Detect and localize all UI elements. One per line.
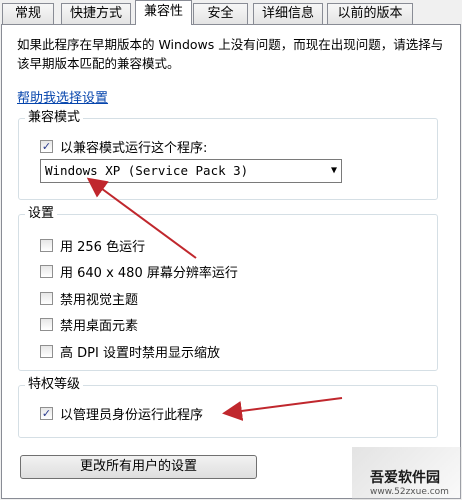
setting-640x480-label: 用 640 x 480 屏幕分辨率运行 <box>60 266 238 281</box>
os-version-value: Windows XP (Service Pack 3) <box>45 163 249 178</box>
compat-mode-checkbox-row[interactable]: ✓ 以兼容模式运行这个程序: <box>40 137 207 156</box>
setting-desktop-composition-row[interactable]: 禁用桌面元素 <box>40 315 138 334</box>
tab-previous-versions[interactable]: 以前的版本 <box>327 3 413 24</box>
os-version-select[interactable]: Windows XP (Service Pack 3) ▼ <box>40 159 342 183</box>
watermark: 吾爱软件园 www.52zxue.com <box>352 447 462 500</box>
setting-640x480-row[interactable]: 用 640 x 480 屏幕分辨率运行 <box>40 262 238 281</box>
watermark-text: 吾爱软件园 <box>370 470 440 486</box>
tab-shortcut[interactable]: 快捷方式 <box>61 3 131 24</box>
setting-visual-themes-checkbox[interactable] <box>40 292 53 305</box>
setting-high-dpi-label: 高 DPI 设置时禁用显示缩放 <box>60 346 220 361</box>
setting-256-colors-checkbox[interactable] <box>40 239 53 252</box>
privilege-title: 特权等级 <box>25 376 84 394</box>
setting-high-dpi-checkbox[interactable] <box>40 345 53 358</box>
run-as-admin-label: 以管理员身份运行此程序 <box>60 408 204 423</box>
setting-visual-themes-row[interactable]: 禁用视觉主题 <box>40 289 138 308</box>
change-all-users-button[interactable]: 更改所有用户的设置 <box>20 455 257 479</box>
compat-mode-checkbox[interactable]: ✓ <box>40 140 53 153</box>
help-me-choose-link[interactable]: 帮助我选择设置 <box>17 87 108 106</box>
intro-text: 如果此程序在早期版本的 Windows 上没有问题，而现在出现问题，请选择与该早… <box>17 37 444 71</box>
setting-high-dpi-row[interactable]: 高 DPI 设置时禁用显示缩放 <box>40 342 220 361</box>
setting-visual-themes-label: 禁用视觉主题 <box>60 293 139 308</box>
compat-mode-checkbox-label: 以兼容模式运行这个程序: <box>60 141 208 156</box>
settings-title: 设置 <box>25 205 58 223</box>
tab-security[interactable]: 安全 <box>193 3 248 24</box>
setting-256-colors-label: 用 256 色运行 <box>60 240 146 255</box>
tab-general[interactable]: 常规 <box>2 3 54 24</box>
setting-desktop-composition-label: 禁用桌面元素 <box>60 319 139 334</box>
tab-details[interactable]: 详细信息 <box>253 3 323 24</box>
chevron-down-icon[interactable]: ▼ <box>331 160 337 182</box>
run-as-admin-row[interactable]: ✓ 以管理员身份运行此程序 <box>40 404 203 423</box>
tab-compatibility[interactable]: 兼容性 <box>135 0 192 25</box>
watermark-url: www.52zxue.com <box>370 487 449 497</box>
run-as-admin-checkbox[interactable]: ✓ <box>40 407 53 420</box>
setting-desktop-composition-checkbox[interactable] <box>40 318 53 331</box>
setting-256-colors-row[interactable]: 用 256 色运行 <box>40 236 145 255</box>
compat-mode-title: 兼容模式 <box>25 109 84 127</box>
setting-640x480-checkbox[interactable] <box>40 265 53 278</box>
tab-bar: 常规 快捷方式 兼容性 安全 详细信息 以前的版本 <box>0 0 462 25</box>
